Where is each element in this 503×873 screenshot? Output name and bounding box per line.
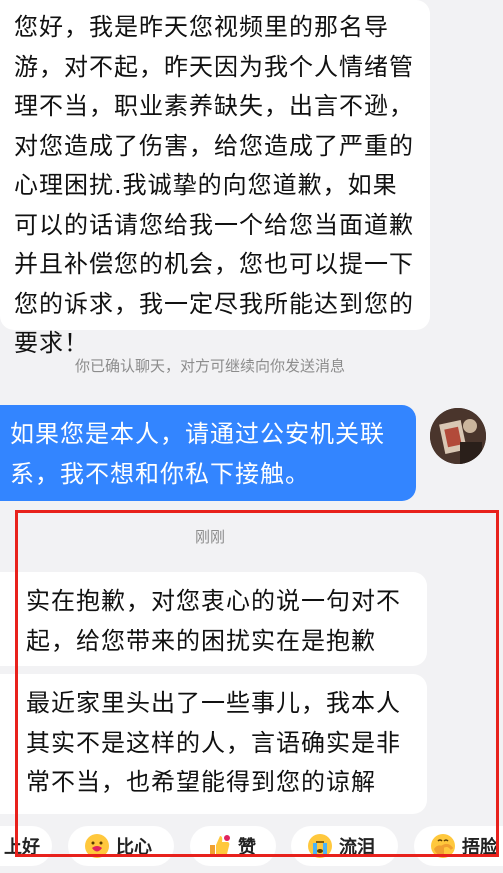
crying-emoji-icon [307,833,333,859]
incoming-message-bubble[interactable]: 实在抱歉，对您衷心的说一句对不起，给您带来的困扰实在是抱歉 [0,572,427,666]
reaction-chip-partial[interactable]: 上好 [0,826,52,866]
reaction-label: 流泪 [339,837,375,858]
thumbs-up-emoji-icon [206,833,232,859]
avatar[interactable] [430,408,486,464]
incoming-message-bubble[interactable]: 最近家里头出了一些事儿，我本人其实不是这样的人，言语确实是非常不当，也希望能得到… [0,674,427,814]
message-text: 您好，我是昨天您视频里的那名导游，对不起，昨天因为我个人情绪管理不当，职业素养缺… [14,13,414,357]
reaction-label: 赞 [238,837,256,858]
message-text: 如果您是本人，请通过公安机关联系，我不想和你私下接触。 [10,420,385,488]
incoming-message-bubble[interactable]: 您好，我是昨天您视频里的那名导游，对不起，昨天因为我个人情绪管理不当，职业素养缺… [0,0,430,357]
outgoing-message-bubble[interactable]: 如果您是本人，请通过公安机关联系，我不想和你私下接触。 [0,405,416,501]
reaction-chip-cry[interactable]: 流泪 [291,826,398,866]
reaction-chip-facepalm[interactable]: 捂脸 [414,826,503,866]
avatar-image-icon [430,408,486,464]
facepalm-emoji-icon [430,833,456,859]
message-text: 最近家里头出了一些事儿，我本人其实不是这样的人，言语确实是非常不当，也希望能得到… [26,689,401,796]
message-text: 实在抱歉，对您衷心的说一句对不起，给您带来的困扰实在是抱歉 [26,587,401,655]
reaction-label: 捂脸 [462,837,498,858]
reaction-chip-like[interactable]: 赞 [190,826,276,866]
message-timestamp: 刚刚 [194,528,225,546]
reaction-chip-heart-hands[interactable]: 比心 [68,826,174,866]
reaction-label: 比心 [116,837,152,858]
reaction-label: 上好 [4,837,40,858]
quick-reaction-bar: 上好 比心 赞 流泪 捂脸 [0,826,503,873]
heart-hands-emoji-icon [84,833,110,859]
system-notice: 你已确认聊天，对方可继续向你发送消息 [74,357,345,375]
